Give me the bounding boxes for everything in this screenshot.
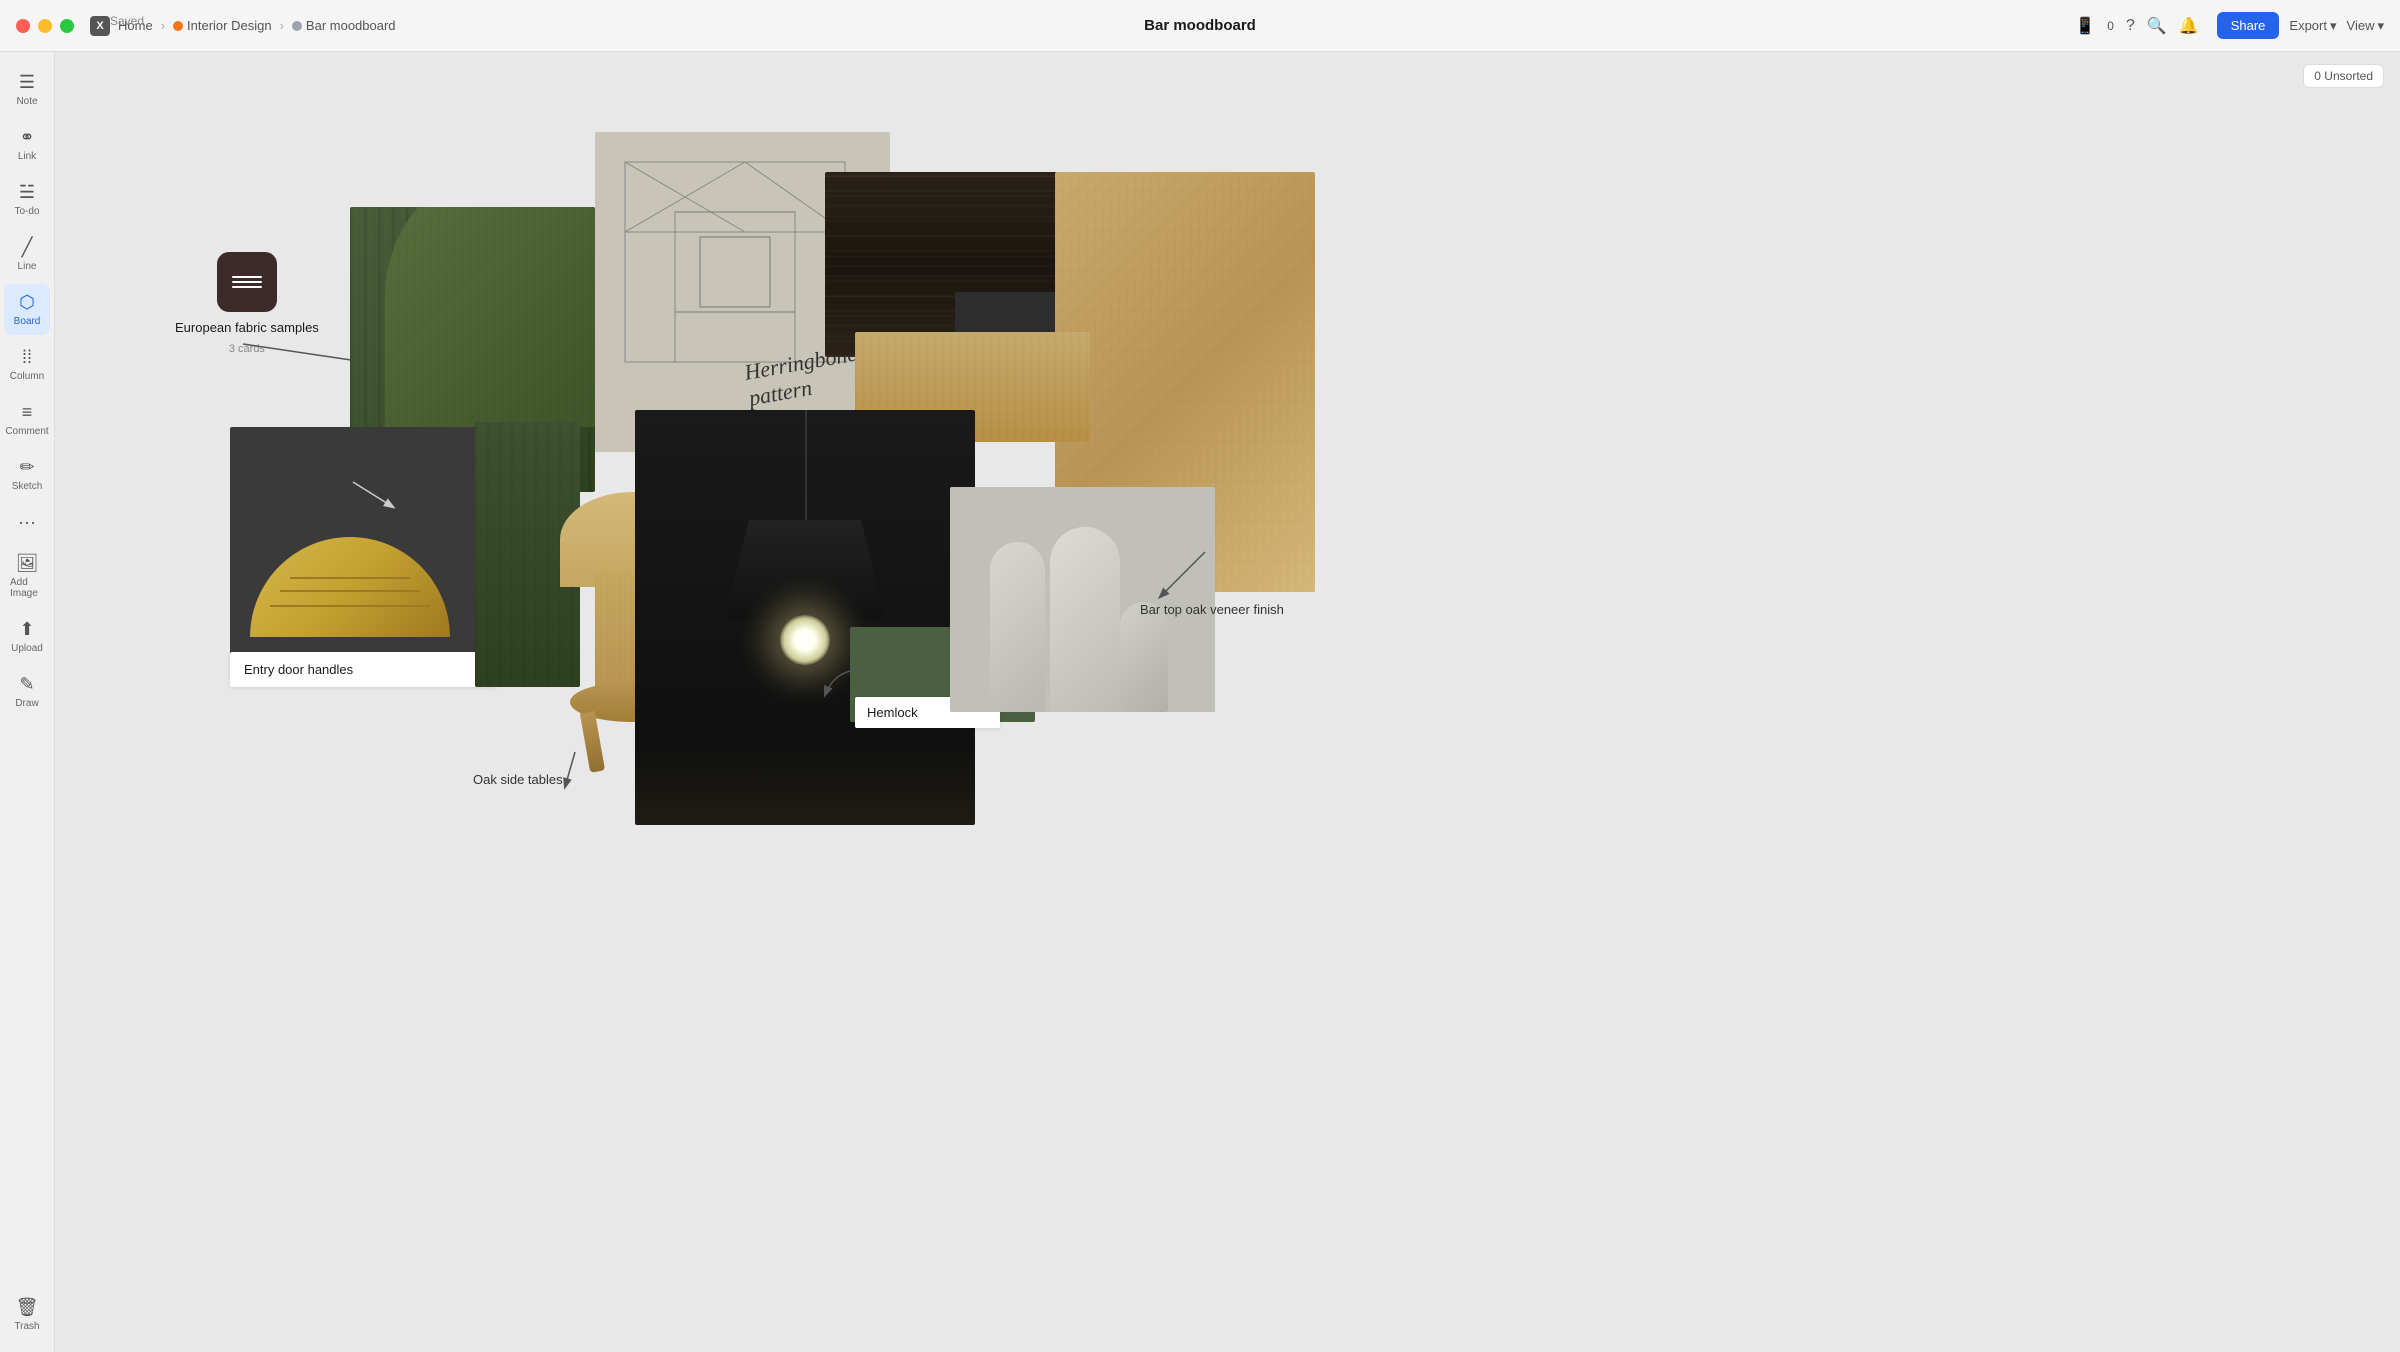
window-controls (16, 19, 74, 33)
minimize-button[interactable] (38, 19, 52, 33)
sidebar-item-link[interactable]: ⚭ Link (4, 119, 50, 170)
canvas: 0 Unsorted European fabric samples 3 car… (55, 52, 2400, 1352)
link-icon: ⚭ (19, 127, 34, 148)
sidebar-item-todo[interactable]: ☱ To-do (4, 174, 50, 225)
bar-top-label: Bar top oak veneer finish (1140, 602, 1284, 617)
fabric-card[interactable]: European fabric samples 3 cards (175, 252, 319, 355)
sidebar: ☰ Note ⚭ Link ☱ To-do ╱ Line ⬡ Board ⁞⁞ … (0, 52, 55, 1352)
search-icon[interactable]: 🔍 (2147, 16, 2167, 36)
sidebar-item-board[interactable]: ⬡ Board (4, 284, 50, 335)
sidebar-item-comment[interactable]: ≡ Comment (4, 394, 50, 445)
share-button[interactable]: Share (2217, 12, 2280, 39)
sidebar-item-column[interactable]: ⁞⁞ Column (4, 339, 50, 390)
titlebar: X Home › Interior Design › Bar moodboard… (0, 0, 2400, 52)
trash-icon: 🗑 (16, 1297, 39, 1318)
breadcrumb-page[interactable]: Bar moodboard (292, 18, 396, 33)
project-dot (173, 21, 183, 31)
export-chevron-icon: ▾ (2330, 18, 2337, 34)
page-title: Bar moodboard (1144, 17, 1256, 34)
sidebar-item-add-image[interactable]: 🖼 Add Image (4, 545, 50, 607)
titlebar-actions: 📱 0 ? 🔍 🔔 Share Export ▾ View ▾ (2075, 12, 2384, 39)
sketch-icon: ✏ (19, 457, 34, 478)
titlebar-icons: 📱 0 ? 🔍 🔔 (2075, 16, 2198, 36)
bell-icon[interactable]: 🔔 (2179, 16, 2199, 36)
moodboard: European fabric samples 3 cards (55, 52, 2400, 1352)
sidebar-item-note[interactable]: ☰ Note (4, 64, 50, 115)
note-icon: ☰ (19, 72, 35, 93)
line-icon: ╱ (22, 237, 33, 258)
handles-image[interactable]: Texturefor grip (230, 427, 495, 657)
device-icon[interactable]: 📱 (2075, 16, 2095, 36)
handles-label[interactable]: Entry door handles (230, 652, 495, 687)
sidebar-item-upload[interactable]: ⬆ Upload (4, 611, 50, 662)
sidebar-item-draw[interactable]: ✎ Draw (4, 666, 50, 717)
view-chevron-icon: ▾ (2377, 18, 2384, 34)
add-image-icon: 🖼 (16, 553, 39, 574)
sidebar-item-sketch[interactable]: ✏ Sketch (4, 449, 50, 500)
todo-icon: ☱ (19, 182, 35, 203)
fabric-title: European fabric samples (175, 320, 319, 335)
help-icon[interactable]: ? (2126, 17, 2135, 35)
oak-table-label: Oak side tables (473, 772, 563, 787)
lamp-image[interactable] (635, 410, 975, 825)
fabric-subtitle: 3 cards (229, 343, 265, 355)
comment-icon: ≡ (22, 402, 33, 423)
upload-icon: ⬆ (19, 619, 34, 640)
breadcrumb-project[interactable]: Interior Design (173, 18, 272, 33)
fabric-icon (217, 252, 277, 312)
column-icon: ⁞⁞ (22, 347, 32, 368)
sidebar-item-trash[interactable]: 🗑 Trash (4, 1289, 50, 1340)
export-button[interactable]: Export ▾ (2289, 18, 2336, 34)
herringbone-svg (615, 152, 855, 372)
vases-image[interactable] (950, 487, 1215, 712)
app-icon: X (90, 16, 110, 36)
sidebar-item-more[interactable]: ··· (4, 504, 50, 541)
close-button[interactable] (16, 19, 30, 33)
page-dot (292, 21, 302, 31)
saved-status: Saved (110, 14, 144, 28)
more-icon: ··· (18, 512, 36, 533)
board-icon: ⬡ (19, 292, 35, 313)
sidebar-item-line[interactable]: ╱ Line (4, 229, 50, 280)
draw-icon: ✎ (19, 674, 34, 695)
view-button[interactable]: View ▾ (2347, 18, 2384, 34)
unsorted-badge[interactable]: 0 Unsorted (2303, 64, 2384, 88)
maximize-button[interactable] (60, 19, 74, 33)
